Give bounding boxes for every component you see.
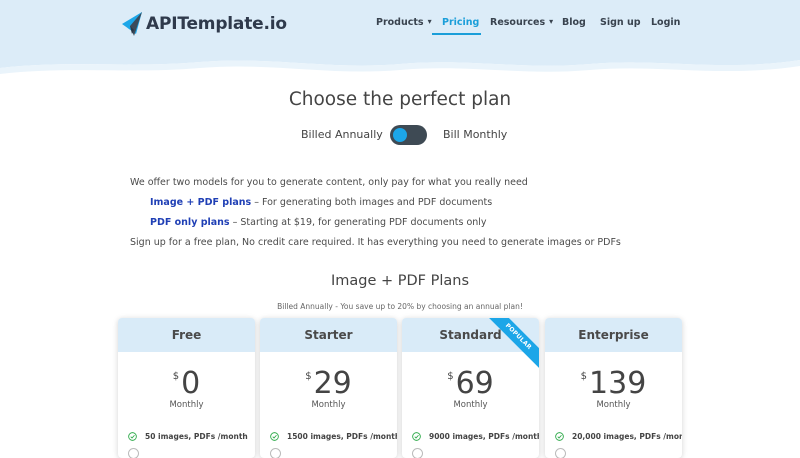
price-currency: $ — [305, 371, 312, 382]
plan-feature-text: 9000 images, PDFs /month — [429, 432, 539, 441]
price-currency: $ — [172, 371, 180, 382]
image-pdf-plans-desc: – For generating both images and PDF doc… — [251, 197, 493, 208]
nav-signup[interactable]: Sign up — [600, 17, 641, 28]
check-circle-icon — [412, 432, 421, 441]
price-currency: $ — [580, 371, 588, 382]
plan-card-standard[interactable]: Standard POPULAR $69 Monthly 9000 images… — [402, 318, 539, 458]
nav-products-label: Products — [376, 17, 424, 28]
plan-price: $29 — [260, 368, 397, 402]
nav-pricing[interactable]: Pricing — [442, 17, 479, 28]
intro-line: We offer two models for you to generate … — [130, 177, 528, 188]
plan-card-enterprise[interactable]: Enterprise $139 Monthly 20,000 images, P… — [545, 318, 682, 458]
nav-products[interactable]: Products ▾ — [376, 17, 432, 28]
plan-price: $139 — [545, 368, 682, 402]
plan-price: $0 — [118, 368, 255, 402]
plan-type-pdf-only: PDF only plans – Starting at $19, for ge… — [130, 213, 621, 233]
nav-login-label: Login — [651, 17, 681, 28]
plan-name: Starter — [260, 318, 397, 352]
popular-badge: POPULAR — [482, 318, 539, 373]
billed-annually-label[interactable]: Billed Annually — [301, 128, 383, 141]
check-circle-icon — [555, 432, 564, 441]
top-nav: Products ▾ Pricing Resources ▾ Blog Sign u… — [0, 17, 800, 37]
pdf-only-plans-desc: – Starting at $19, for generating PDF do… — [229, 217, 487, 228]
plan-type-image-pdf: Image + PDF plans – For generating both … — [130, 193, 621, 213]
nav-resources[interactable]: Resources ▾ — [490, 17, 553, 28]
pdf-only-plans-link[interactable]: PDF only plans — [150, 217, 230, 228]
plan-feature: 9000 images, PDFs /month — [412, 432, 539, 441]
plan-card-starter[interactable]: Starter $29 Monthly 1500 images, PDFs /m… — [260, 318, 397, 458]
plan-feature: 50 images, PDFs /month — [128, 432, 248, 441]
plan-card-free[interactable]: Free $0 Monthly 50 images, PDFs /month — [118, 318, 255, 458]
nav-active-indicator — [432, 33, 481, 35]
plan-feature-text: 1500 images, PDFs /month — [287, 432, 397, 441]
nav-signup-label: Sign up — [600, 17, 641, 28]
check-circle-icon — [270, 432, 279, 441]
intro-signup-line: Sign up for a free plan, No credit care … — [130, 237, 621, 248]
price-amount: 69 — [455, 366, 494, 401]
plan-name: Free — [118, 318, 255, 352]
plan-feature: 20,000 images, PDFs /month — [555, 432, 682, 441]
chevron-down-icon: ▾ — [549, 17, 554, 26]
plan-price: $69 — [402, 368, 539, 402]
toggle-knob — [393, 128, 407, 142]
nav-blog-label: Blog — [562, 17, 586, 28]
nav-resources-label: Resources — [490, 17, 546, 28]
price-amount: 29 — [313, 366, 352, 401]
bill-monthly-label[interactable]: Bill Monthly — [443, 128, 507, 141]
plan-feature: 1500 images, PDFs /month — [270, 432, 397, 441]
plan-name: Enterprise — [545, 318, 682, 352]
price-amount: 139 — [589, 366, 647, 401]
section-subtitle: Billed Annually - You save up to 20% by … — [277, 302, 523, 311]
chevron-down-icon: ▾ — [427, 17, 432, 26]
plan-feature-text: 20,000 images, PDFs /month — [572, 432, 682, 441]
page-title: Choose the perfect plan — [288, 89, 512, 110]
nav-pricing-label: Pricing — [442, 17, 480, 28]
check-circle-icon — [128, 432, 137, 441]
price-amount: 0 — [181, 366, 201, 401]
image-pdf-plans-link[interactable]: Image + PDF plans — [150, 197, 251, 208]
intro-text: We offer two models for you to generate … — [130, 173, 621, 253]
billing-toggle-switch[interactable] — [390, 125, 427, 145]
nav-blog[interactable]: Blog — [562, 17, 586, 28]
plan-feature-text: 50 images, PDFs /month — [145, 432, 248, 441]
section-title: Image + PDF Plans — [330, 273, 470, 289]
nav-login[interactable]: Login — [651, 17, 680, 28]
price-currency: $ — [447, 371, 454, 382]
